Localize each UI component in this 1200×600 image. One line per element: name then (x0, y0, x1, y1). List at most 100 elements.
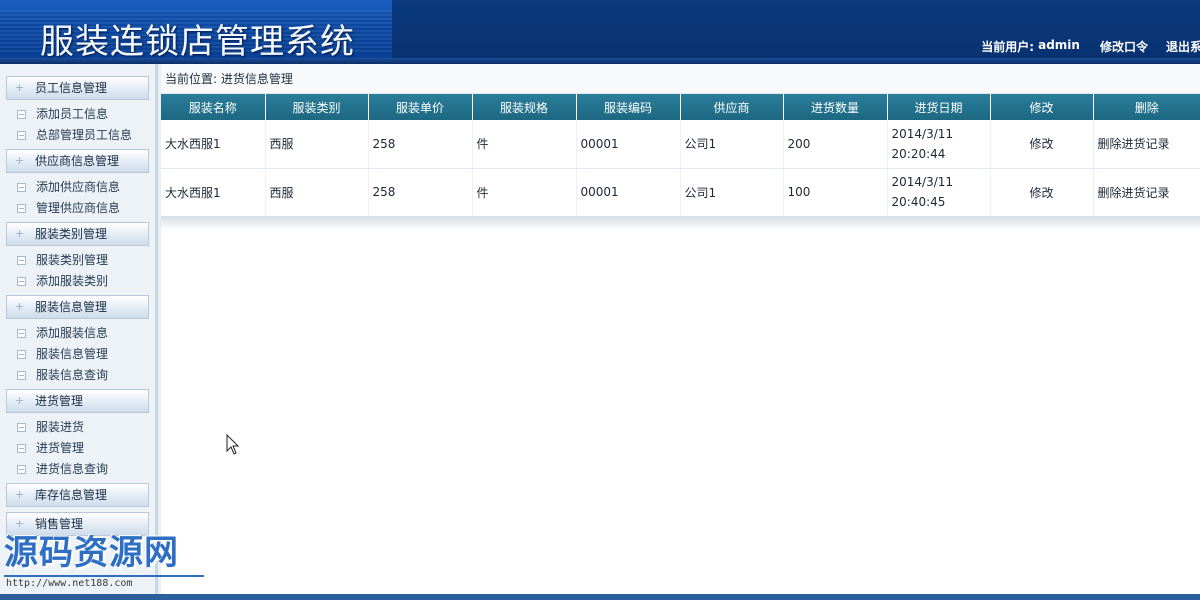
column-header: 服装单价 (368, 94, 473, 120)
current-user-label: 当前用户: (981, 40, 1035, 54)
column-header: 修改 (990, 94, 1094, 120)
menu-item-manage-supplier[interactable]: 管理供应商信息 (0, 198, 155, 219)
menu-group-inventory: + 库存信息管理 (0, 483, 155, 507)
menu-head-label: 供应商信息管理 (35, 154, 120, 168)
delete-record-link[interactable]: 删除进货记录 (1098, 137, 1170, 151)
menu-item-add-category[interactable]: 添加服装类别 (0, 271, 155, 292)
collapse-box-icon (17, 277, 26, 286)
menu-group-clothing: + 服装信息管理 添加服装信息 服装信息管理 服装信息查询 (0, 295, 155, 389)
cell-price: 258 (368, 168, 473, 217)
menu-item-add-employee[interactable]: 添加员工信息 (0, 104, 155, 125)
menu-group-category: + 服装类别管理 服装类别管理 添加服装类别 (0, 222, 155, 295)
column-header: 服装编码 (576, 94, 681, 120)
time-value: 20:40:45 (891, 195, 946, 209)
change-password-link[interactable]: 修改口令 (1100, 38, 1148, 55)
menu-head-employee[interactable]: + 员工信息管理 (6, 76, 149, 100)
menu-head-label: 服装信息管理 (35, 300, 108, 314)
menu-item-manage-employee[interactable]: 总部管理员工信息 (0, 125, 155, 146)
expand-plus-icon: + (15, 154, 25, 167)
menu-item-purchase-query[interactable]: 进货信息查询 (0, 459, 155, 480)
menu-item-add-supplier[interactable]: 添加供应商信息 (0, 177, 155, 198)
expand-plus-icon: + (15, 394, 25, 407)
expand-plus-icon: + (15, 488, 25, 501)
time-value: 20:20:44 (891, 146, 946, 161)
watermark-text: 源码资源网 (4, 533, 179, 573)
cell-qty: 200 (783, 120, 888, 169)
cell-spec: 件 (472, 168, 577, 217)
menu-item-label: 添加服装信息 (36, 326, 109, 340)
menu-item-label: 添加供应商信息 (36, 180, 121, 194)
sidebar-menu: + 员工信息管理 添加员工信息 总部管理员工信息 + 供应商信息管理 添加供应商… (0, 64, 158, 600)
cell-delete: 删除进货记录 (1093, 168, 1200, 217)
cell-qty: 100 (783, 168, 888, 217)
menu-head-clothing[interactable]: + 服装信息管理 (6, 295, 149, 319)
menu-item-manage-category[interactable]: 服装类别管理 (0, 250, 155, 271)
delete-record-link[interactable]: 删除进货记录 (1098, 186, 1170, 200)
cell-price: 258 (368, 120, 473, 169)
cell-edit: 修改 (990, 120, 1094, 169)
date-value: 2014/3/11 (891, 126, 954, 141)
menu-item-label: 添加员工信息 (36, 107, 109, 121)
menu-item-label: 服装信息查询 (36, 368, 109, 382)
menu-item-add-clothing[interactable]: 添加服装信息 (0, 323, 155, 344)
cell-date: 2014/3/11 20:40:45 (887, 168, 991, 217)
system-title: 服装连锁店管理系统 (40, 22, 355, 62)
menu-item-label: 管理供应商信息 (36, 201, 121, 215)
cell-delete: 删除进货记录 (1093, 120, 1200, 169)
cell-code: 00001 (576, 120, 681, 169)
collapse-box-icon (17, 371, 26, 380)
cell-name: 大水西服1 (161, 120, 266, 169)
watermark: 源码资源网 http://www.net188.com (4, 532, 210, 594)
cell-spec: 件 (472, 120, 577, 169)
current-user-name: admin (1038, 38, 1080, 52)
edit-link[interactable]: 修改 (1029, 137, 1053, 151)
menu-group-supplier: + 供应商信息管理 添加供应商信息 管理供应商信息 (0, 149, 155, 222)
date-value: 2014/3/11 (891, 175, 954, 189)
menu-item-clothing-purchase[interactable]: 服装进货 (0, 417, 155, 438)
menu-head-label: 销售管理 (35, 517, 84, 531)
menu-head-label: 进货管理 (35, 394, 84, 408)
expand-plus-icon: + (15, 300, 25, 313)
collapse-box-icon (17, 465, 26, 474)
menu-group-employee: + 员工信息管理 添加员工信息 总部管理员工信息 (0, 76, 155, 149)
expand-plus-icon: + (15, 227, 25, 240)
menu-head-label: 员工信息管理 (35, 81, 108, 95)
menu-item-label: 服装类别管理 (36, 253, 109, 267)
menu-item-label: 总部管理员工信息 (36, 128, 133, 142)
menu-head-inventory[interactable]: + 库存信息管理 (6, 483, 149, 507)
table-row: 大水西服1 西服 258 件 00001 公司1 100 2014/3/11 2… (161, 168, 1200, 217)
menu-item-query-clothing[interactable]: 服装信息查询 (0, 365, 155, 386)
cell-supplier: 公司1 (680, 120, 784, 169)
purchase-table: 服装名称 服装类别 服装单价 服装规格 服装编码 供应商 进货数量 进货日期 修… (161, 94, 1200, 217)
menu-item-manage-clothing[interactable]: 服装信息管理 (0, 344, 155, 365)
column-header: 供应商 (680, 94, 784, 120)
cell-supplier: 公司1 (680, 168, 784, 217)
cell-category: 西服 (265, 120, 369, 169)
menu-item-label: 服装进货 (36, 420, 85, 434)
cell-date: 2014/3/11 20:20:44 (887, 120, 991, 169)
collapse-box-icon (17, 444, 26, 453)
main-content: 当前位置: 进货信息管理 服装名称 服装类别 服装单价 服装规格 服装编码 供应… (161, 64, 1200, 600)
column-header: 进货数量 (783, 94, 888, 120)
logout-link[interactable]: 退出系统 (1166, 38, 1200, 55)
menu-head-category[interactable]: + 服装类别管理 (6, 222, 149, 246)
collapse-box-icon (17, 204, 26, 213)
collapse-box-icon (17, 131, 26, 140)
watermark-url: http://www.net188.com (6, 578, 133, 589)
menu-head-supplier[interactable]: + 供应商信息管理 (6, 149, 149, 173)
menu-head-purchase[interactable]: + 进货管理 (6, 389, 149, 413)
cell-edit: 修改 (990, 168, 1094, 217)
expand-plus-icon: + (15, 81, 25, 94)
table-row: 大水西服1 西服 258 件 00001 公司1 200 2014/3/11 2… (161, 120, 1200, 169)
collapse-box-icon (17, 423, 26, 432)
menu-item-purchase-manage[interactable]: 进货管理 (0, 438, 155, 459)
cell-category: 西服 (265, 168, 369, 217)
app-header: 服装连锁店管理系统 当前用户: admin 修改口令 退出系统 (0, 0, 1200, 64)
user-bar: 当前用户: admin 修改口令 退出系统 (981, 38, 1200, 55)
menu-item-label: 进货管理 (36, 441, 85, 455)
collapse-box-icon (17, 183, 26, 192)
column-header: 服装规格 (472, 94, 577, 120)
column-header: 服装类别 (265, 94, 369, 120)
edit-link[interactable]: 修改 (1029, 186, 1053, 200)
